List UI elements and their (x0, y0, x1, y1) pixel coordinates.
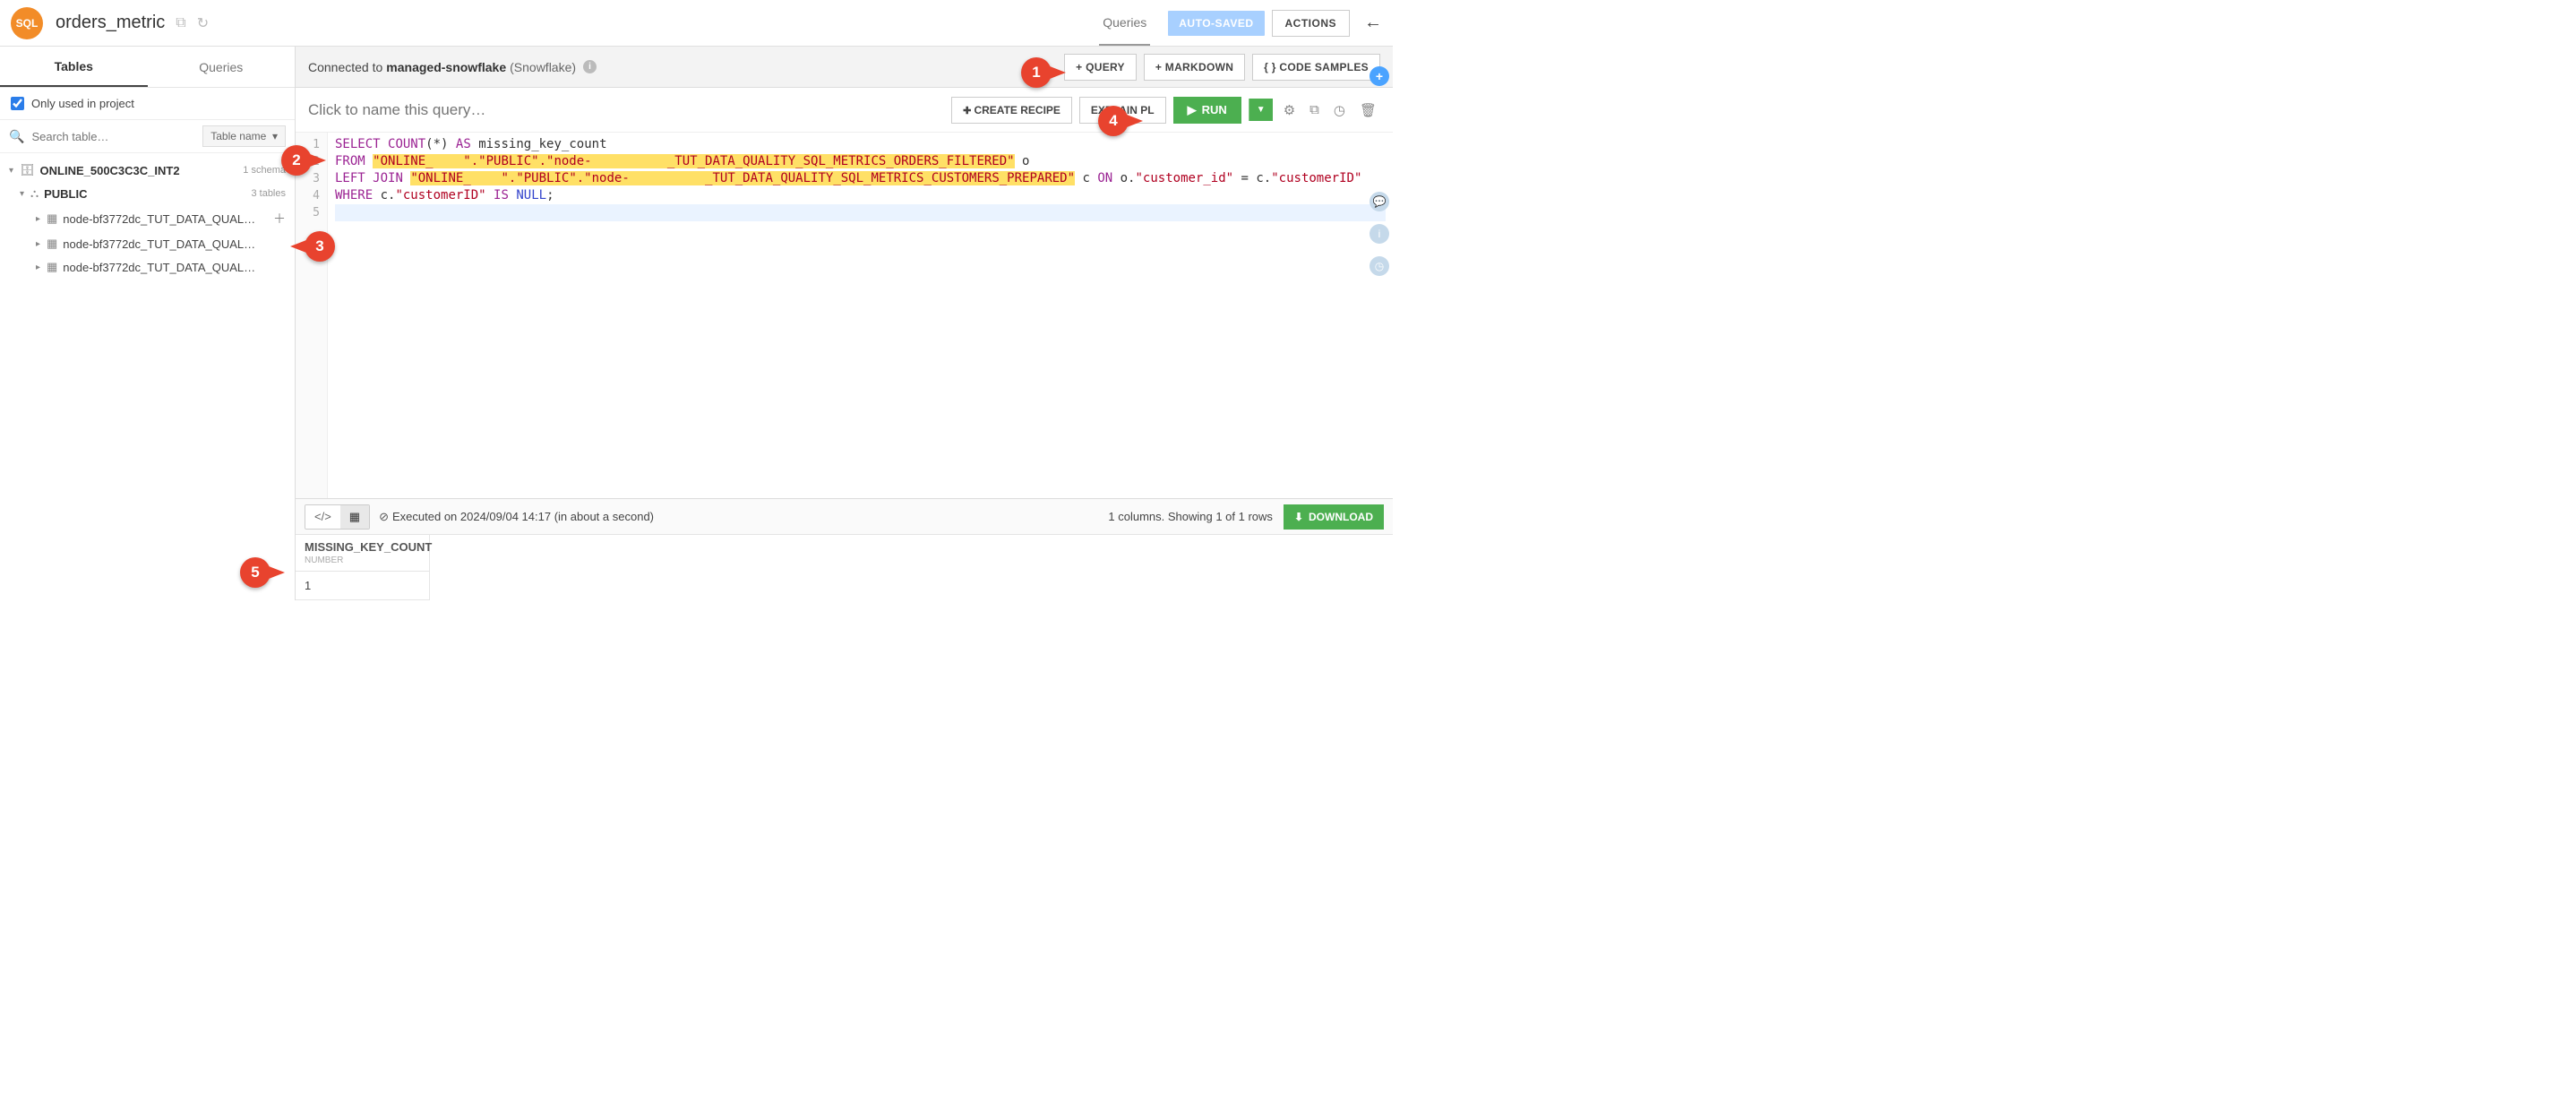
connection-prefix: Connected to (308, 60, 382, 74)
add-query-button[interactable]: + QUERY (1064, 54, 1137, 81)
gear-icon[interactable]: ⚙ (1280, 102, 1299, 118)
right-rail: + 💬 i ◷ (1370, 66, 1389, 276)
sql-badge-icon: SQL (11, 7, 43, 39)
connection-type: (Snowflake) (510, 60, 576, 74)
search-input[interactable] (31, 130, 195, 143)
download-button[interactable]: ⬇ DOWNLOAD (1284, 504, 1384, 530)
queries-top-tab[interactable]: Queries (1099, 1, 1150, 46)
results-table: MISSING_KEY_COUNT NUMBER 1 (296, 534, 1393, 600)
only-used-checkbox[interactable] (11, 97, 24, 110)
table-view-toggle[interactable]: ▦ (340, 505, 369, 529)
rail-chat-icon[interactable]: 💬 (1370, 192, 1389, 211)
table-icon: ▦ (47, 260, 57, 274)
tree-db-row[interactable]: ▾ 🗄 ONLINE_500C3C3C_INT2 1 schema (0, 159, 295, 182)
tree-table-label: node-bf3772dc_TUT_DATA_QUAL… (63, 212, 270, 226)
connection-name: managed-snowflake (386, 60, 506, 74)
database-icon: 🗄 (20, 163, 35, 177)
tree-table-row[interactable]: ▸ ▦ node-bf3772dc_TUT_DATA_QUAL… (0, 255, 295, 279)
auto-saved-button[interactable]: AUTO-SAVED (1168, 11, 1264, 36)
add-markdown-button[interactable]: + MARKDOWN (1144, 54, 1245, 81)
content-area: Connected to managed-snowflake (Snowflak… (296, 47, 1393, 600)
code-samples-button[interactable]: { } CODE SAMPLES (1252, 54, 1380, 81)
code-view-toggle[interactable]: </> (305, 505, 340, 529)
table-icon: ▦ (47, 237, 57, 251)
tree-table-label: node-bf3772dc_TUT_DATA_QUAL… (63, 237, 286, 251)
create-recipe-button[interactable]: CREATE RECIPE (951, 97, 1072, 124)
connection-bar: Connected to managed-snowflake (Snowflak… (296, 47, 1393, 88)
tree-schema-meta: 3 tables (251, 188, 286, 199)
executed-text: Executed on 2024/09/04 14:17 (in about a… (392, 510, 654, 523)
search-icon: 🔍 (9, 129, 24, 144)
results-column-type: NUMBER (296, 556, 430, 572)
tree-db-meta: 1 schema (243, 165, 286, 176)
tree-schema-row[interactable]: ▾ ⛬ PUBLIC 3 tables (0, 182, 295, 205)
tree-schema-label: PUBLIC (44, 187, 245, 201)
sql-editor[interactable]: 12345 SELECT COUNT(*) AS missing_key_cou… (296, 133, 1393, 498)
table-icon: ▦ (47, 211, 57, 226)
editor-gutter: 12345 (296, 133, 328, 498)
rail-plus-icon[interactable]: + (1370, 66, 1389, 86)
tree-db-label: ONLINE_500C3C3C_INT2 (40, 164, 238, 177)
query-name-input[interactable] (308, 101, 944, 119)
rail-history-icon[interactable]: ◷ (1370, 256, 1389, 276)
results-cell: 1 (296, 572, 430, 600)
results-bar: </> ▦ ⊘ Executed on 2024/09/04 14:17 (in… (296, 498, 1393, 534)
page-title: orders_metric (56, 13, 165, 33)
check-icon: ⊘ (379, 510, 389, 524)
results-column-header: MISSING_KEY_COUNT (296, 535, 430, 556)
rail-info-icon[interactable]: i (1370, 224, 1389, 244)
editor-code[interactable]: SELECT COUNT(*) AS missing_key_count FRO… (328, 133, 1393, 498)
tree-table-label: node-bf3772dc_TUT_DATA_QUAL… (63, 261, 286, 274)
top-header: SQL orders_metric ⧉ ↻ Queries AUTO-SAVED… (0, 0, 1393, 47)
sidebar: Tables Queries Only used in project 🔍 Ta… (0, 47, 296, 600)
tab-tables[interactable]: Tables (0, 47, 148, 87)
history-icon[interactable]: ↻ (197, 14, 209, 32)
run-button[interactable]: ▶ RUN (1173, 97, 1241, 124)
actions-button[interactable]: ACTIONS (1272, 10, 1351, 37)
collapse-arrow-icon[interactable]: ← (1364, 13, 1382, 33)
tree-table-row[interactable]: ▸ ▦ node-bf3772dc_TUT_DATA_QUAL… ＋ (0, 205, 295, 232)
only-used-label: Only used in project (31, 97, 134, 110)
copy-icon[interactable]: ⧉ (176, 15, 185, 31)
schema-icon: ⛬ (30, 186, 39, 201)
tab-queries[interactable]: Queries (148, 47, 296, 87)
clock-icon[interactable]: ◷ (1330, 102, 1349, 118)
copy-query-icon[interactable]: ⧉ (1306, 102, 1323, 117)
add-table-icon[interactable]: ＋ (273, 210, 286, 228)
tree-table-row[interactable]: ▸ ▦ node-bf3772dc_TUT_DATA_QUAL… (0, 232, 295, 255)
info-icon[interactable]: i (583, 60, 597, 73)
run-dropdown-button[interactable]: ▼ (1249, 99, 1273, 121)
explain-plan-button[interactable]: EXPLAIN PL (1079, 97, 1166, 124)
results-summary: 1 columns. Showing 1 of 1 rows (1108, 510, 1273, 523)
tablename-dropdown[interactable]: Table name ▾ (202, 125, 286, 147)
query-toolbar: CREATE RECIPE EXPLAIN PL ▶ RUN ▼ ⚙ ⧉ ◷ 🗑 (296, 88, 1393, 133)
